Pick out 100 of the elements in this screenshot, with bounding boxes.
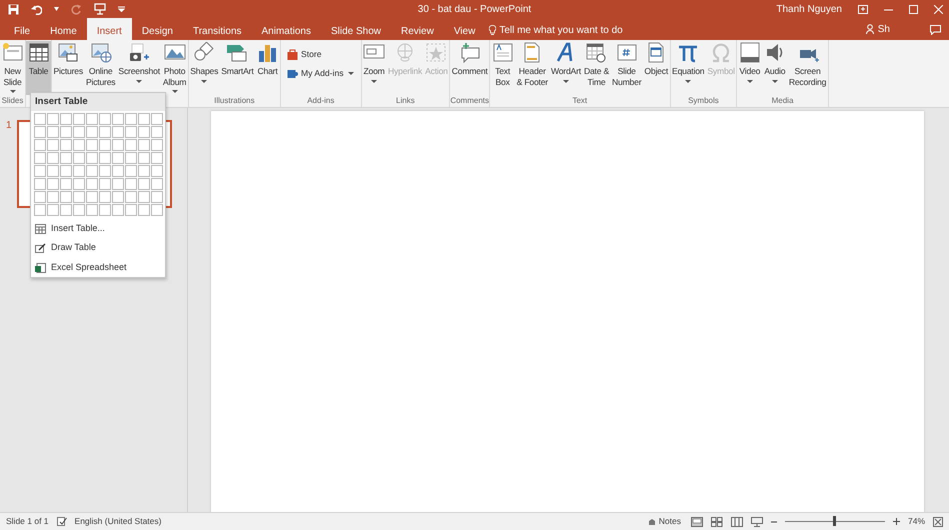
menu-item[interactable]: Draw Table [31, 238, 165, 258]
table-grid-cell[interactable] [73, 152, 84, 164]
table-grid-cell[interactable] [151, 139, 162, 151]
language-label[interactable]: English (United States) [74, 515, 162, 528]
calendar-icon[interactable] [585, 42, 608, 63]
table-grid-cell[interactable] [112, 178, 124, 190]
notes-button[interactable]: Notes [646, 515, 683, 528]
table-grid-cell[interactable] [73, 178, 84, 190]
ribbon-button[interactable]: Table [26, 41, 51, 95]
table-grid-cell[interactable] [34, 126, 46, 138]
table-grid-cell[interactable] [125, 139, 136, 151]
ribbon-tab[interactable]: View [444, 18, 486, 40]
table-grid-cell[interactable] [112, 152, 124, 164]
table-grid-cell[interactable] [86, 139, 98, 151]
tell-me-field[interactable]: Tell me what you want to do [499, 22, 640, 38]
ribbon-tab[interactable]: Slide Show [320, 18, 392, 40]
table-grid-cell[interactable] [99, 178, 110, 190]
table-grid-cell[interactable] [112, 113, 124, 125]
table-grid-cell[interactable] [151, 178, 162, 190]
table-grid-cell[interactable] [86, 204, 98, 216]
maximize-icon[interactable] [909, 4, 918, 14]
table-grid-cell[interactable] [47, 178, 58, 190]
table-grid-cell[interactable] [99, 152, 110, 164]
caret-icon[interactable] [770, 78, 779, 84]
ribbon-button[interactable]: My Add-ins [285, 64, 357, 83]
smartart-icon[interactable] [226, 42, 248, 63]
table-grid-cell[interactable] [151, 165, 162, 177]
table-grid-cell[interactable] [34, 191, 46, 203]
table-grid-cell[interactable] [151, 126, 162, 138]
presentation-icon[interactable] [94, 3, 106, 15]
caret-icon[interactable] [8, 89, 16, 94]
ribbon-button[interactable]: Screen Recording [787, 41, 828, 95]
ribbon-tab[interactable]: Review [391, 18, 444, 40]
caret-icon[interactable] [684, 78, 692, 84]
table-grid-cell[interactable] [151, 204, 162, 216]
table-grid-cell[interactable] [112, 191, 124, 203]
caret-icon[interactable] [170, 89, 179, 94]
table-grid-cell[interactable] [86, 178, 98, 190]
table-grid-cell[interactable] [99, 191, 110, 203]
camera-icon[interactable] [128, 42, 150, 63]
caret-icon[interactable] [200, 78, 208, 84]
comment-icon[interactable] [458, 42, 481, 63]
customize-caret-icon[interactable] [118, 6, 125, 12]
table-grid-cell[interactable] [86, 113, 98, 125]
ribbon-button[interactable]: Zoom [362, 41, 387, 95]
table-grid-cell[interactable] [47, 113, 58, 125]
table-grid-cell[interactable] [138, 152, 150, 164]
ribbon-button[interactable]: Store [285, 45, 357, 64]
ribbon-tab[interactable]: Transitions [182, 18, 252, 40]
caret-icon[interactable] [562, 78, 570, 84]
table-grid-cell[interactable] [47, 139, 58, 151]
table-grid-cell[interactable] [73, 191, 84, 203]
table-grid-cell[interactable] [112, 126, 124, 138]
table-grid-cell[interactable] [47, 152, 58, 164]
ribbon-display-icon[interactable] [858, 4, 868, 14]
normal-view-icon[interactable] [690, 516, 703, 526]
ribbon-button[interactable]: Chart [255, 41, 280, 95]
table-grid-cell[interactable] [151, 113, 162, 125]
table-grid-cell[interactable] [138, 204, 150, 216]
table-grid-cell[interactable] [73, 165, 84, 177]
ribbon-button[interactable]: Shapes [188, 41, 220, 95]
table-grid-cell[interactable] [60, 165, 72, 177]
shapes-icon[interactable] [193, 42, 216, 63]
table-grid-cell[interactable] [60, 191, 72, 203]
comments-icon[interactable] [930, 25, 941, 35]
caret-icon[interactable] [746, 78, 754, 84]
ribbon-button[interactable]: Audio [762, 41, 788, 95]
table-grid-cell[interactable] [60, 178, 72, 190]
table-grid-cell[interactable] [138, 191, 150, 203]
table-grid-cell[interactable] [60, 113, 72, 125]
table-grid-cell[interactable] [138, 113, 150, 125]
bar-chart-icon[interactable] [256, 42, 279, 63]
table-grid-cell[interactable] [99, 139, 110, 151]
ribbon-button[interactable]: Screenshot [116, 41, 162, 95]
caret-icon[interactable] [135, 78, 144, 84]
table-grid-cell[interactable] [60, 126, 72, 138]
caret-icon[interactable] [54, 7, 59, 11]
caret-icon[interactable] [370, 78, 378, 84]
table-grid-cell[interactable] [86, 165, 98, 177]
table-grid-cell[interactable] [138, 139, 150, 151]
table-grid-cell[interactable] [125, 113, 136, 125]
table-grid-cell[interactable] [34, 178, 46, 190]
zoom-in-icon[interactable] [892, 518, 900, 525]
ribbon-button[interactable]: Comment [450, 41, 490, 95]
table-grid-cell[interactable] [73, 139, 84, 151]
slide-sorter-icon[interactable] [710, 516, 723, 526]
new-slide-icon[interactable] [2, 42, 24, 63]
table-grid-cell[interactable] [47, 165, 58, 177]
zoom-slider-thumb[interactable] [833, 516, 836, 526]
table-grid-cell[interactable] [34, 113, 46, 125]
table-grid-cell[interactable] [73, 113, 84, 125]
table-grid-cell[interactable] [99, 113, 110, 125]
zoom-out-icon[interactable] [770, 518, 777, 524]
reading-view-icon[interactable] [730, 516, 743, 526]
table-grid-cell[interactable] [34, 152, 46, 164]
table-grid-cell[interactable] [34, 204, 46, 216]
save-icon[interactable] [8, 4, 19, 14]
text-box-icon[interactable] [492, 42, 514, 63]
table-grid-cell[interactable] [86, 152, 98, 164]
ribbon-button[interactable]: Slide Number [610, 41, 643, 95]
